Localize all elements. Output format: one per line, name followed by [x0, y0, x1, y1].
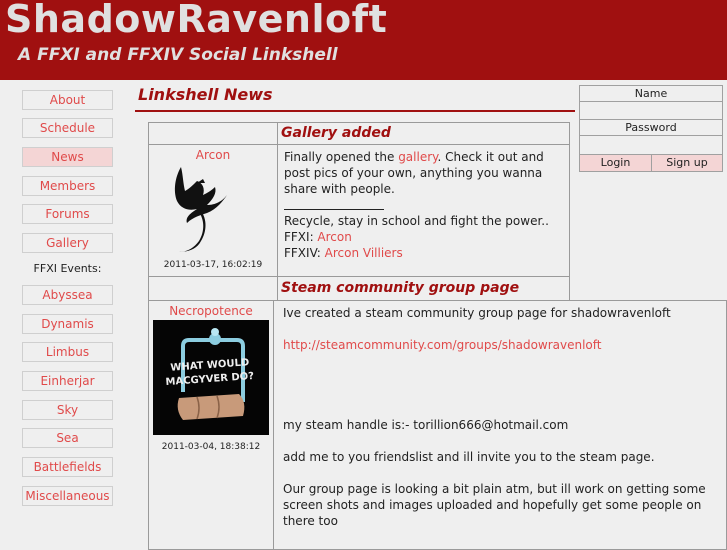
- post-body-cell: Ive created a steam community group page…: [273, 300, 727, 550]
- macgyver-toilet-paper-icon: WHAT WOULD MACGYVER DO?: [153, 320, 269, 435]
- page-title: Linkshell News: [138, 85, 273, 104]
- post-header-spacer: [148, 122, 278, 145]
- nav-abyssea[interactable]: Abyssea: [22, 285, 113, 305]
- post-author-cell: Necropotence WHAT WOULD MACGYVER DO? 201…: [148, 300, 274, 550]
- name-input[interactable]: [579, 101, 723, 120]
- nav-miscellaneous[interactable]: Miscellaneous: [22, 486, 113, 506]
- name-label: Name: [579, 85, 723, 102]
- nav-sea[interactable]: Sea: [22, 428, 113, 448]
- site-title[interactable]: ShadowRavenloft: [5, 0, 387, 41]
- ffxi-events-label: FFXI Events:: [33, 262, 102, 275]
- post-author[interactable]: Arcon: [149, 148, 277, 162]
- nav-dynamis[interactable]: Dynamis: [22, 314, 113, 334]
- post-header-spacer: [148, 276, 278, 301]
- signup-button[interactable]: Sign up: [651, 154, 723, 172]
- title-divider: [135, 110, 575, 112]
- nav-news[interactable]: News: [22, 147, 113, 167]
- site-subtitle: A FFXI and FFXIV Social Linkshell: [18, 45, 338, 65]
- post-timestamp: 2011-03-17, 16:02:19: [163, 260, 263, 270]
- nav-forums[interactable]: Forums: [22, 204, 113, 224]
- site-header: ShadowRavenloft A FFXI and FFXIV Social …: [0, 0, 727, 80]
- post-body: Ive created a steam community group page…: [283, 305, 723, 529]
- nav-einherjar[interactable]: Einherjar: [22, 371, 113, 391]
- nav-battlefields[interactable]: Battlefields: [22, 457, 113, 477]
- nav-members[interactable]: Members: [22, 176, 113, 196]
- gallery-link[interactable]: gallery: [398, 150, 437, 164]
- steam-group-link[interactable]: http://steamcommunity.com/groups/shadowr…: [283, 337, 723, 353]
- ffxiv-profile-link[interactable]: Arcon Villiers: [325, 246, 403, 260]
- password-label: Password: [579, 119, 723, 136]
- post-title: Steam community group page: [277, 276, 570, 301]
- nav-sky[interactable]: Sky: [22, 400, 113, 420]
- post-body: Finally opened the gallery. Check it out…: [284, 149, 569, 261]
- ffxi-profile-link[interactable]: Arcon: [317, 230, 351, 244]
- post-body-cell: Finally opened the gallery. Check it out…: [277, 144, 570, 277]
- post-author[interactable]: Necropotence: [149, 304, 273, 318]
- login-button[interactable]: Login: [579, 154, 652, 172]
- nav-about[interactable]: About: [22, 90, 113, 110]
- signature-divider: [284, 197, 569, 213]
- raven-silhouette-icon: [174, 167, 227, 252]
- nav-limbus[interactable]: Limbus: [22, 342, 113, 362]
- post-timestamp: 2011-03-04, 18:38:12: [161, 442, 261, 452]
- password-input[interactable]: [579, 135, 723, 155]
- nav-schedule[interactable]: Schedule: [22, 118, 113, 138]
- nav-gallery[interactable]: Gallery: [22, 233, 113, 253]
- post-title: Gallery added: [277, 122, 570, 145]
- post-author-cell: Arcon 2011-03-17, 16:02:19: [148, 144, 278, 277]
